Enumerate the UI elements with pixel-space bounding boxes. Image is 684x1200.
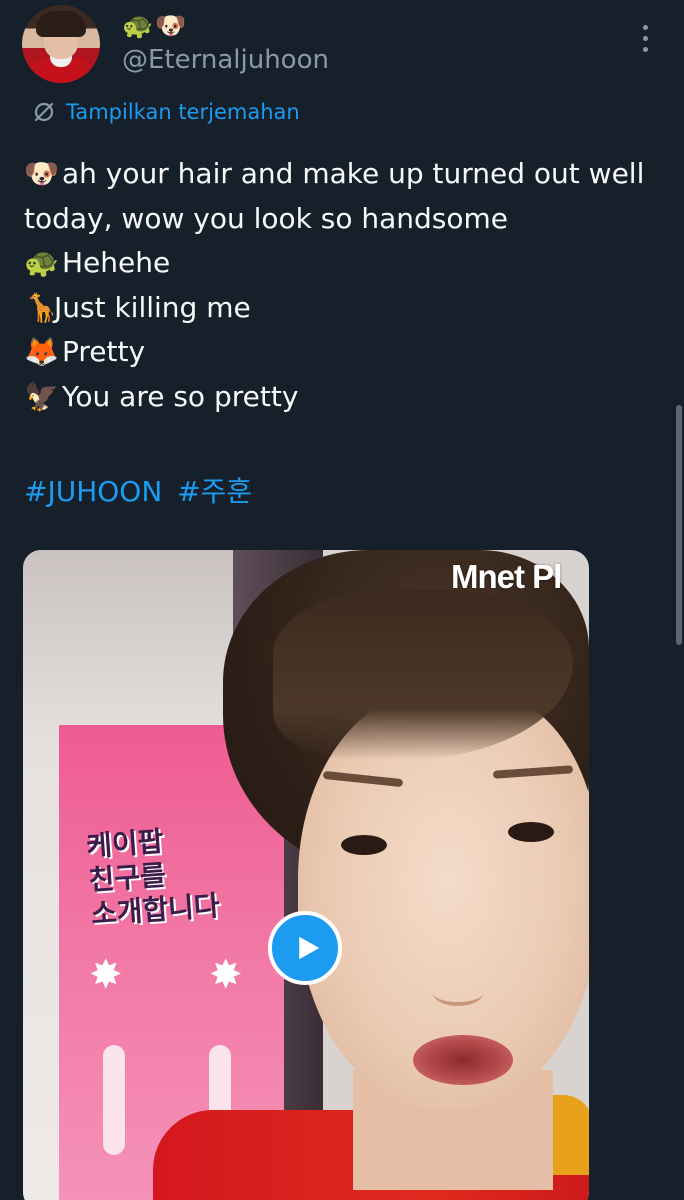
tweet-detail-page: 🐢🐶 @Eternaljuhoon Tampilkan terjemahan 🐶…: [0, 0, 684, 1200]
tweet-text: 🐶 ah your hair and make up turned out wel…: [24, 152, 664, 419]
play-icon: [298, 936, 319, 960]
tweet-line-text: Just killing me: [54, 290, 251, 324]
tweet-line: 🦊 Pretty: [24, 330, 664, 375]
video-thumbnail[interactable]: ✸ ✸ 케이팝 친구를 소개합니다 Mnet Pl: [23, 550, 589, 1200]
right-eye: [508, 822, 554, 842]
person-mouth: [413, 1035, 513, 1085]
display-name[interactable]: 🐢🐶: [122, 12, 188, 40]
scrollbar[interactable]: [676, 405, 682, 645]
tweet-line-text: Hehehe: [62, 246, 171, 279]
dog-emoji-icon: 🐶: [24, 157, 59, 190]
hashtags: #JUHOON #주훈: [24, 470, 258, 514]
left-eye: [341, 835, 387, 855]
translate-label: Tampilkan terjemahan: [66, 100, 300, 124]
turtle-emoji-icon: 🐢: [24, 246, 59, 279]
poster-star-icon: ✸: [89, 952, 123, 998]
more-options-icon-dot: [642, 35, 648, 41]
more-options-icon: [642, 24, 648, 30]
tweet-line-text: ah your hair and make up turned out well…: [24, 157, 645, 235]
tweet-line: 🦅 You are so pretty: [24, 375, 664, 420]
channel-watermark: Mnet Pl: [451, 558, 562, 595]
tweet-line: 🐢 Hehehe: [24, 241, 664, 286]
poster-decoration: [103, 1045, 125, 1155]
avatar-hair: [36, 11, 86, 37]
tweet-line: 🐶 ah your hair and make up turned out wel…: [24, 152, 664, 241]
avatar[interactable]: [22, 5, 100, 83]
eagle-emoji-icon: 🦅: [24, 379, 59, 413]
translate-link[interactable]: Tampilkan terjemahan: [32, 96, 300, 128]
tweet-line: 🦒Just killing me: [24, 286, 664, 331]
poster-text: 케이팝 친구를 소개합니다: [85, 824, 221, 931]
fox-emoji-icon: 🦊: [24, 335, 59, 368]
hashtag-link[interactable]: #주훈: [177, 475, 252, 508]
more-options-button[interactable]: [630, 18, 660, 58]
tweet-line-text: You are so pretty: [62, 379, 299, 413]
more-options-icon-dot: [642, 46, 648, 52]
person-nose: [433, 980, 483, 1006]
translate-icon: [34, 102, 54, 122]
play-button[interactable]: [268, 911, 342, 985]
user-handle[interactable]: @Eternaljuhoon: [122, 44, 329, 76]
poster-star-icon: ✸: [209, 952, 243, 998]
hashtag-link[interactable]: #JUHOON: [24, 475, 162, 508]
giraffe-emoji-icon: 🦒: [24, 290, 59, 324]
tweet-line-text: Pretty: [62, 335, 146, 368]
